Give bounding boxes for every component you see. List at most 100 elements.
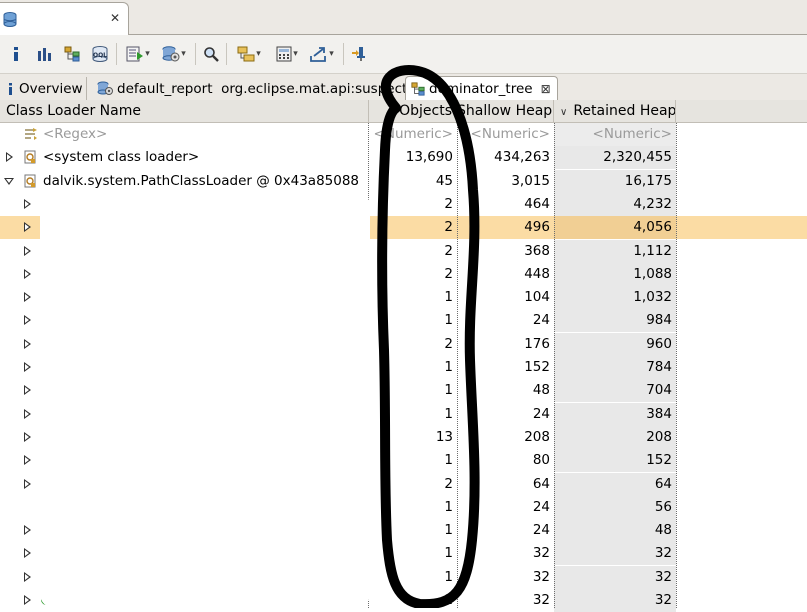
close-tab-icon[interactable]: ⊠ bbox=[541, 82, 551, 96]
shallow-filter-input[interactable]: <Numeric> bbox=[457, 123, 554, 146]
shallow-heap-value: 208 bbox=[524, 428, 550, 445]
result-tab-bar: Overview default_report org.eclipse.mat.… bbox=[0, 74, 807, 101]
expand-toggle-icon[interactable] bbox=[24, 338, 31, 349]
expand-toggle-icon[interactable] bbox=[24, 595, 31, 605]
find-object-button[interactable] bbox=[202, 44, 220, 64]
expand-toggle-icon[interactable] bbox=[24, 385, 31, 396]
column-header-objects[interactable]: Objects bbox=[369, 100, 457, 122]
chevron-down-icon[interactable]: ▾ bbox=[329, 49, 334, 59]
expand-toggle-icon[interactable] bbox=[24, 268, 31, 279]
expand-toggle-icon[interactable] bbox=[6, 152, 13, 163]
tab-label: Overview bbox=[19, 80, 83, 97]
regex-filter-input[interactable]: <Regex> bbox=[43, 123, 107, 146]
table-row[interactable]: <system class loader> 13,690 434,263 2,320,… bbox=[0, 146, 807, 170]
collapse-toggle-icon[interactable] bbox=[4, 177, 14, 185]
dominator-tree-icon bbox=[64, 46, 80, 62]
expand-toggle-icon[interactable] bbox=[24, 455, 31, 466]
expand-toggle-icon[interactable] bbox=[24, 198, 31, 209]
chevron-down-icon[interactable]: ▾ bbox=[181, 49, 186, 59]
shallow-heap-value: 104 bbox=[524, 289, 550, 306]
query-browser-icon bbox=[162, 46, 180, 62]
pin-icon bbox=[351, 46, 367, 62]
retained-heap-value: 2,320,455 bbox=[554, 146, 676, 170]
dominator-tree-icon bbox=[411, 82, 425, 96]
column-header-shallow-heap[interactable]: Shallow Heap bbox=[457, 100, 554, 122]
shallow-heap-value: 434,263 bbox=[494, 149, 550, 166]
expand-toggle-icon[interactable] bbox=[24, 431, 31, 442]
tab-dominator-tree[interactable]: dominator_tree ⊠ bbox=[405, 76, 558, 101]
calculator-icon bbox=[276, 46, 292, 62]
sort-descending-icon: ∨ bbox=[560, 107, 568, 118]
class-loader-name: dalvik.system.PathClassLoader @ 0x43a850… bbox=[43, 172, 360, 189]
objects-count: 2 bbox=[444, 219, 453, 236]
tab-default-report[interactable]: default_report org.eclipse.mat.api:suspe… bbox=[92, 77, 419, 100]
toolbar-separator bbox=[116, 43, 117, 65]
classloader-icon bbox=[24, 174, 38, 188]
expand-toggle-icon[interactable] bbox=[24, 315, 31, 326]
query-browser-button[interactable]: ▾ bbox=[159, 44, 189, 64]
redaction-overlay bbox=[40, 192, 370, 608]
dominator-tree-button[interactable] bbox=[63, 44, 81, 64]
export-icon bbox=[310, 46, 328, 62]
shallow-heap-value: 464 bbox=[524, 195, 550, 212]
retained-heap-value: 208 bbox=[554, 425, 676, 449]
expand-toggle-icon[interactable] bbox=[24, 478, 31, 489]
regex-filter-row[interactable]: <Regex> <Numeric> <Numeric> <Numeric> bbox=[0, 123, 807, 146]
expand-toggle-icon[interactable] bbox=[24, 362, 31, 372]
histogram-icon bbox=[36, 46, 52, 62]
chevron-down-icon[interactable]: ▾ bbox=[145, 49, 150, 59]
shallow-heap-value: 24 bbox=[532, 498, 550, 515]
pin-button[interactable] bbox=[350, 44, 368, 64]
chevron-down-icon[interactable]: ▾ bbox=[293, 49, 298, 59]
retained-heap-value: 32 bbox=[554, 589, 676, 612]
shallow-heap-value: 32 bbox=[532, 592, 550, 608]
search-icon bbox=[203, 46, 219, 62]
objects-count: 13 bbox=[435, 428, 453, 445]
objects-count: 1 bbox=[444, 312, 453, 329]
retained-filter-input[interactable]: <Numeric> bbox=[554, 123, 676, 146]
retained-heap-value: 32 bbox=[554, 565, 676, 589]
expand-toggle-icon[interactable] bbox=[24, 292, 31, 303]
column-divider bbox=[676, 123, 677, 608]
classloader-icon bbox=[24, 150, 38, 164]
retained-heap-value: 1,088 bbox=[554, 262, 676, 286]
export-button[interactable]: ▾ bbox=[307, 44, 337, 64]
tab-overview[interactable]: Overview bbox=[2, 77, 87, 100]
expand-toggle-icon[interactable] bbox=[24, 245, 31, 256]
group-by-button[interactable]: ▾ bbox=[234, 44, 264, 64]
retained-heap-value: 1,112 bbox=[554, 239, 676, 263]
objects-count: 1 bbox=[444, 592, 453, 608]
shallow-heap-value: 368 bbox=[524, 242, 550, 259]
oql-button[interactable]: OQL bbox=[90, 44, 110, 64]
group-by-icon bbox=[237, 46, 255, 62]
calculate-retained-button[interactable]: ▾ bbox=[272, 44, 302, 64]
run-report-button[interactable]: ▾ bbox=[123, 44, 153, 64]
expand-toggle-icon[interactable] bbox=[24, 408, 31, 419]
objects-count: 1 bbox=[444, 382, 453, 399]
objects-filter-input[interactable]: <Numeric> bbox=[369, 123, 457, 146]
retained-heap-value: 56 bbox=[554, 495, 676, 519]
chevron-down-icon[interactable]: ▾ bbox=[256, 49, 261, 59]
toolbar-separator bbox=[343, 43, 344, 65]
heap-dump-editor-tab[interactable]: ✕ bbox=[0, 2, 129, 35]
class-loader-name: <system class loader> bbox=[43, 149, 200, 166]
shallow-heap-value: 80 bbox=[532, 452, 550, 469]
expand-toggle-icon[interactable] bbox=[24, 548, 31, 559]
objects-count: 13,690 bbox=[405, 149, 453, 166]
column-header-retained-heap[interactable]: ∨ Retained Heap bbox=[554, 100, 676, 122]
shallow-heap-value: 24 bbox=[532, 312, 550, 329]
tab-label: dominator_tree bbox=[429, 81, 533, 97]
column-header-name[interactable]: Class Loader Name bbox=[0, 100, 369, 122]
retained-heap-value: 984 bbox=[554, 309, 676, 333]
expand-toggle-icon[interactable] bbox=[24, 525, 31, 536]
column-divider bbox=[457, 123, 458, 608]
expand-toggle-icon[interactable] bbox=[24, 222, 31, 233]
close-tab-icon[interactable]: ✕ bbox=[110, 11, 120, 25]
expand-toggle-icon[interactable] bbox=[24, 571, 31, 582]
editor-tab-bar: ✕ bbox=[0, 0, 807, 35]
objects-count: 45 bbox=[435, 172, 453, 189]
table-row[interactable]: dalvik.system.PathClassLoader @ 0x43a850… bbox=[0, 169, 807, 193]
shallow-heap-value: 152 bbox=[524, 359, 550, 375]
histogram-button[interactable] bbox=[35, 44, 53, 64]
overview-button[interactable] bbox=[8, 44, 24, 64]
